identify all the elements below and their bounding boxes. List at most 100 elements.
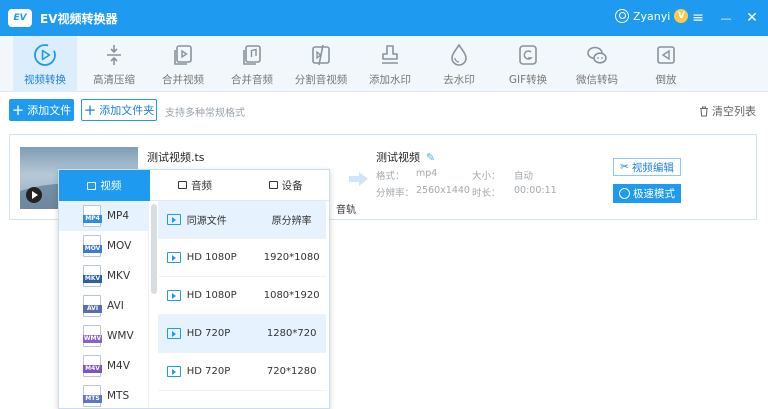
output-format-popup: 视频 音频 设备 MP4 MP4 MOV MOV MKV MKV AVI AVI…: [58, 169, 330, 409]
tool-label: 视频转换: [24, 74, 66, 86]
vip-badge-icon: V: [674, 9, 689, 23]
rename-pencil-icon[interactable]: ✎: [426, 151, 435, 164]
duration-label: 时长：: [472, 188, 501, 199]
tool-add-watermark[interactable]: 添加水印: [358, 36, 422, 92]
tab-label: 音频: [191, 179, 212, 192]
add-folder-button[interactable]: + 添加文件夹: [81, 99, 157, 121]
tool-label: GIF转换: [508, 74, 548, 86]
video-preset-icon: [167, 252, 181, 263]
format-item-mts[interactable]: MTS MTS: [59, 381, 148, 408]
tool-label: 分割音视频: [294, 74, 348, 86]
format-label: MP4: [107, 210, 130, 222]
preset-item[interactable]: HD 720P 720*1280: [158, 353, 326, 391]
size-value: 自动: [514, 171, 534, 182]
preset-name: HD 720P: [186, 366, 231, 377]
tool-label: 合并音频: [231, 74, 273, 86]
preset-name: 同源文件: [186, 216, 227, 227]
tool-merge-audio[interactable]: 合并音频: [220, 36, 284, 92]
preset-item[interactable]: HD 1080P 1920*1080: [158, 239, 326, 277]
tool-gif-convert[interactable]: GIF转换: [496, 36, 560, 92]
format-item-mov[interactable]: MOV MOV: [59, 231, 148, 261]
avi-file-icon: AVI: [83, 295, 102, 317]
scissors-icon: ✂: [620, 161, 629, 173]
supported-formats-hint: 支持多种常规格式: [165, 108, 245, 119]
format-label: AVI: [107, 300, 124, 312]
format-item-m4v[interactable]: M4V M4V: [59, 351, 148, 381]
format-list: MP4 MP4 MOV MOV MKV MKV AVI AVI WMV WMV …: [59, 201, 149, 408]
mov-file-icon: MOV: [83, 235, 102, 257]
video-icon: [87, 181, 97, 190]
function-toolbar: 视频转换 高清压缩 合并视频 合并音频 分割音视频 添加水印 去水印 GIF转换…: [0, 36, 768, 92]
m4v-file-icon: M4V: [83, 355, 102, 377]
speed-mode-button[interactable]: 极速模式: [613, 184, 681, 203]
preset-resolution: 720*1280: [266, 366, 317, 377]
size-label: 大小：: [472, 171, 501, 182]
wmv-file-icon: WMV: [83, 325, 102, 347]
tool-merge-video[interactable]: 合并视频: [151, 36, 215, 92]
format-list-scrollbar[interactable]: [151, 204, 157, 294]
gif-icon: [519, 45, 537, 65]
menu-icon[interactable]: ≡: [688, 8, 708, 28]
app-logo-icon: EV: [8, 9, 32, 27]
resolution-value: 2560x1440: [416, 185, 470, 196]
duration-value: 00:00:11: [514, 185, 557, 196]
format-item-avi[interactable]: AVI AVI: [59, 291, 148, 321]
app-title: EV视频转换器: [40, 12, 118, 26]
minimize-button[interactable]: —: [716, 8, 736, 28]
tab-label: 设备: [281, 179, 303, 192]
video-edit-label: 视频编辑: [631, 161, 674, 174]
merge-audio-icon: [243, 45, 261, 65]
format-value: mp4: [416, 168, 438, 179]
drop-icon: [451, 43, 467, 66]
tool-label: 高清压缩: [93, 74, 135, 86]
tab-device[interactable]: 设备: [240, 170, 329, 201]
preset-item[interactable]: HD 720P 1280*720: [158, 315, 326, 353]
tool-compress[interactable]: 高清压缩: [82, 36, 146, 92]
tool-label: 微信转码: [576, 74, 618, 86]
tool-video-convert[interactable]: 视频转换: [13, 36, 77, 92]
preset-item[interactable]: HD 1080P 1080*1920: [158, 277, 326, 315]
user-account[interactable]: Zyanyi V: [615, 9, 689, 23]
tool-wechat-transcode[interactable]: 微信转码: [565, 36, 629, 92]
merge-video-icon: [174, 45, 192, 65]
clear-list-button[interactable]: 清空列表: [699, 103, 756, 119]
format-item-mp4[interactable]: MP4 MP4: [59, 201, 148, 231]
user-icon: [615, 9, 629, 23]
preset-resolution: 原分辨率: [271, 216, 312, 227]
format-tabs: 视频 音频 设备: [59, 170, 329, 201]
preset-name: HD 1080P: [186, 252, 237, 263]
close-button[interactable]: ✕: [742, 8, 762, 28]
play-icon[interactable]: [26, 187, 42, 203]
tab-audio[interactable]: 音频: [149, 170, 241, 201]
video-preset-icon: [167, 290, 181, 301]
mts-file-icon: MTS: [83, 385, 102, 407]
tool-split[interactable]: 分割音视频: [289, 36, 353, 92]
action-bar: + 添加文件 + 添加文件夹 支持多种常规格式 清空列表: [0, 92, 768, 128]
video-edit-button[interactable]: ✂ 视频编辑: [613, 158, 681, 176]
add-file-button[interactable]: + 添加文件: [9, 99, 74, 121]
title-bar: EV EV视频转换器 Zyanyi V ≡ — ✕: [0, 0, 768, 36]
tool-reverse[interactable]: 倒放: [634, 36, 698, 92]
format-label: WMV: [107, 330, 134, 342]
mkv-file-icon: MKV: [83, 265, 102, 287]
format-label: MOV: [107, 240, 132, 252]
format-item-mkv[interactable]: MKV MKV: [59, 261, 148, 291]
video-preset-icon: [167, 328, 181, 339]
preset-resolution: 1080*1920: [263, 290, 320, 301]
device-icon: [268, 181, 278, 189]
compress-icon: [107, 45, 121, 65]
tool-label: 添加水印: [369, 74, 411, 86]
tool-remove-watermark[interactable]: 去水印: [427, 36, 491, 92]
tool-label: 合并视频: [162, 74, 204, 86]
split-icon: [312, 44, 330, 66]
format-label: 格式：: [376, 171, 405, 182]
format-item-wmv[interactable]: WMV WMV: [59, 321, 148, 351]
mp4-file-icon: MP4: [83, 205, 102, 227]
add-file-label: 添加文件: [27, 104, 72, 117]
plus-icon: +: [11, 100, 25, 119]
audio-track-label: 音轨: [336, 205, 356, 216]
preset-item[interactable]: 同源文件 原分辨率: [158, 201, 326, 239]
tab-video[interactable]: 视频: [59, 170, 150, 201]
preset-resolution: 1280*720: [266, 328, 317, 339]
stamp-icon: [382, 45, 398, 64]
